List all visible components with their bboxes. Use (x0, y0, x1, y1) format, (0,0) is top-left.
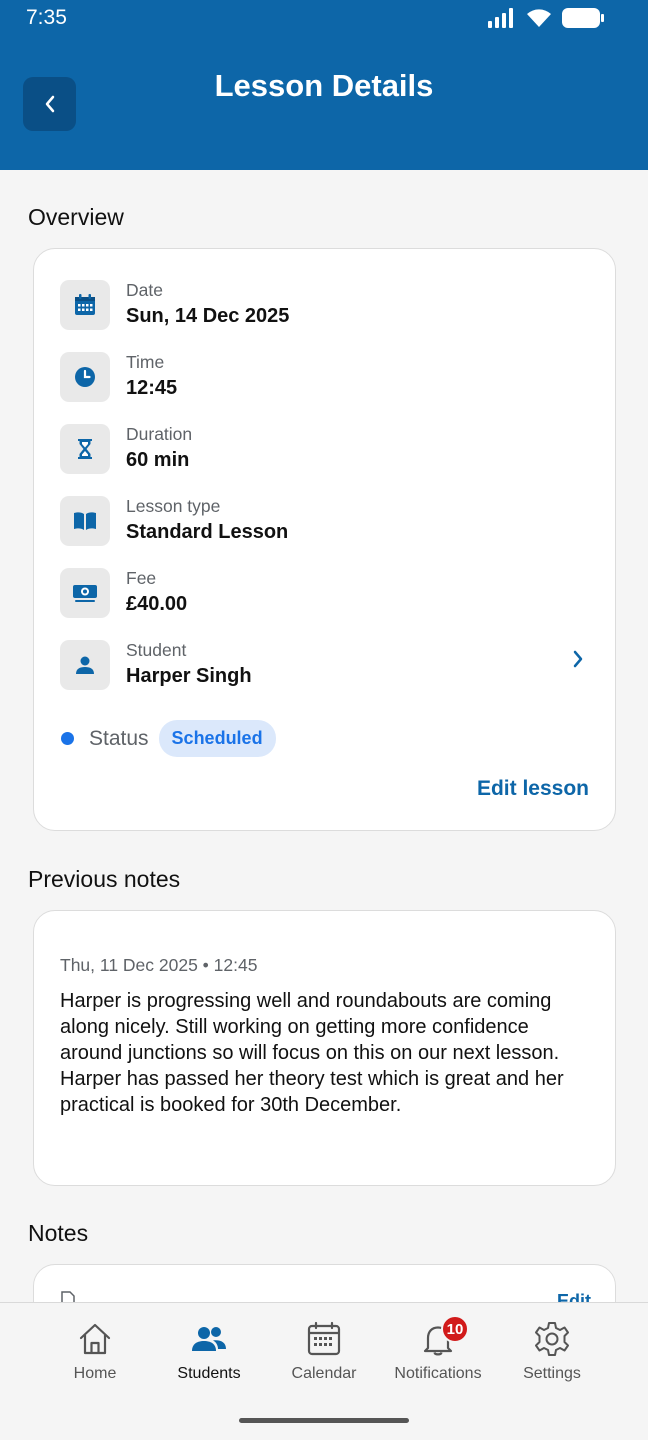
nav-calendar[interactable]: Calendar (267, 1321, 381, 1383)
student-row[interactable]: Student Harper Singh (60, 639, 252, 690)
home-icon (79, 1323, 111, 1355)
note-body: Harper is progressing well and roundabou… (60, 990, 564, 1116)
status-dot (61, 732, 74, 745)
nav-settings[interactable]: Settings (495, 1321, 609, 1383)
previous-note-card: Thu, 11 Dec 2025 • 12:45 Harper is progr… (33, 910, 616, 1186)
time-label: Time (126, 352, 165, 372)
gear-icon (535, 1322, 569, 1356)
time-value: 12:45 (126, 377, 178, 399)
duration-row: Duration 60 min (60, 423, 192, 474)
notification-badge: 10 (441, 1315, 469, 1343)
money-icon (60, 567, 110, 618)
edit-lesson-button[interactable]: Edit lesson (477, 777, 589, 801)
status-label: Status (89, 726, 149, 750)
battery-icon (562, 8, 604, 28)
notes-title: Notes (28, 1220, 89, 1246)
overview-card: Date Sun, 14 Dec 2025 Time 12:45 Duratio… (33, 248, 616, 831)
page-title: Lesson Details (214, 68, 434, 103)
date-value: Sun, 14 Dec 2025 (126, 305, 290, 327)
person-icon (60, 639, 110, 690)
signal-icon (488, 8, 513, 28)
home-indicator[interactable] (239, 1418, 409, 1423)
fee-value: £40.00 (126, 593, 188, 615)
nav-notifications[interactable]: 10 Notifications (381, 1315, 495, 1383)
app-bar: 7:35 Lesson Details (0, 0, 648, 170)
nav-students[interactable]: Students (152, 1321, 266, 1383)
clock-icon (60, 351, 110, 402)
lesson-type-label: Lesson type (126, 496, 221, 516)
status-row: Status Scheduled (61, 720, 276, 757)
nav-settings-label: Settings (523, 1365, 581, 1382)
date-row: Date Sun, 14 Dec 2025 (60, 279, 289, 330)
nav-home[interactable]: Home (38, 1321, 152, 1383)
date-label: Date (126, 280, 163, 300)
status-icons (488, 8, 604, 28)
hourglass-icon (60, 423, 110, 474)
previous-notes-title: Previous notes (28, 866, 181, 892)
time-row: Time 12:45 (60, 351, 177, 402)
chevron-right-icon[interactable] (571, 649, 585, 669)
status-badge: Scheduled (158, 720, 276, 757)
nav-notifications-label: Notifications (394, 1365, 482, 1382)
lesson-type-value: Standard Lesson (126, 521, 289, 543)
duration-label: Duration (126, 424, 193, 444)
nav-students-label: Students (177, 1365, 241, 1382)
status-time: 7:35 (26, 6, 67, 29)
wifi-icon (527, 9, 551, 27)
students-icon (192, 1327, 226, 1351)
note-date: Thu, 11 Dec 2025 • 12:45 (60, 955, 258, 975)
fee-label: Fee (126, 568, 157, 588)
overview-title: Overview (28, 204, 124, 230)
duration-value: 60 min (126, 449, 190, 471)
calendar-icon (307, 1321, 341, 1356)
fee-row: Fee £40.00 (60, 567, 187, 618)
student-label: Student (126, 640, 187, 660)
nav-calendar-label: Calendar (291, 1365, 357, 1382)
nav-home-label: Home (73, 1365, 117, 1382)
student-value: Harper Singh (126, 665, 252, 687)
calendar-icon (60, 279, 110, 330)
book-icon (60, 495, 110, 546)
lesson-type-row: Lesson type Standard Lesson (60, 495, 288, 546)
